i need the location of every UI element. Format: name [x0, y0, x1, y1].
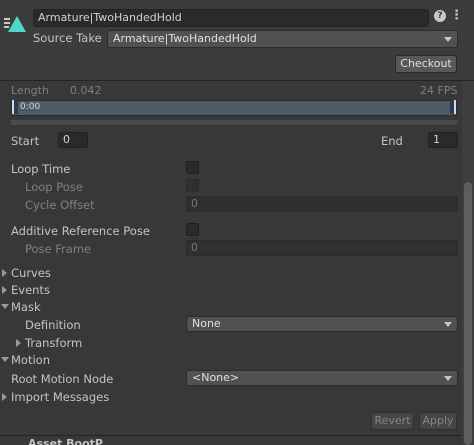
mask-foldout-arrow-icon[interactable]: [1, 304, 9, 309]
root-motion-node-label: Root Motion Node: [11, 372, 114, 386]
cycle-offset-label: Cycle Offset: [25, 198, 95, 212]
checkout-button[interactable]: Checkout: [395, 55, 457, 73]
curves-foldout-arrow-icon[interactable]: [2, 269, 7, 277]
definition-label: Definition: [25, 318, 81, 332]
events-foldout[interactable]: Events: [11, 283, 50, 297]
header-divider: [0, 80, 474, 81]
loop-pose-label: Loop Pose: [25, 180, 83, 194]
root-motion-node-dropdown[interactable]: <None>: [186, 370, 458, 386]
mask-foldout[interactable]: Mask: [11, 300, 41, 314]
definition-value: None: [192, 317, 221, 330]
chevron-down-icon: [444, 37, 452, 42]
additive-reference-pose-label: Additive Reference Pose: [11, 224, 150, 238]
next-section-header[interactable]: Asset BootP...: [28, 437, 114, 445]
source-take-dropdown[interactable]: Armature|TwoHandedHold: [107, 30, 458, 48]
pose-frame-field[interactable]: 0: [186, 240, 458, 256]
root-motion-node-value: <None>: [192, 371, 240, 384]
pose-frame-label: Pose Frame: [25, 242, 92, 256]
length-label: Length: [11, 84, 49, 97]
transform-foldout[interactable]: Transform: [25, 336, 82, 350]
fps-label: 24 FPS: [420, 84, 458, 97]
timeline-start-handle[interactable]: [12, 100, 18, 114]
import-messages-foldout-arrow-icon[interactable]: [2, 393, 7, 401]
end-label: End: [381, 134, 403, 148]
animation-clip-icon: [4, 16, 26, 32]
help-icon[interactable]: ?: [434, 10, 446, 22]
apply-button[interactable]: Apply: [419, 412, 457, 430]
chevron-down-icon: [444, 376, 452, 381]
source-take-value: Armature|TwoHandedHold: [113, 32, 257, 45]
additive-reference-pose-checkbox[interactable]: [186, 223, 199, 236]
timeline-bar[interactable]: [11, 100, 457, 116]
timeline-end-handle[interactable]: [450, 100, 456, 114]
motion-foldout[interactable]: Motion: [11, 353, 50, 367]
timeline-track[interactable]: [11, 120, 457, 125]
kebab-menu-icon[interactable]: ⋮: [450, 8, 463, 24]
events-foldout-arrow-icon[interactable]: [2, 286, 7, 294]
chevron-down-icon: [444, 322, 452, 327]
motion-foldout-arrow-icon[interactable]: [1, 357, 9, 362]
revert-button[interactable]: Revert: [371, 412, 414, 430]
cycle-offset-field[interactable]: 0: [186, 196, 458, 212]
end-field[interactable]: 1: [428, 132, 458, 148]
start-label: Start: [11, 134, 40, 148]
loop-pose-checkbox[interactable]: [186, 179, 199, 192]
source-take-label: Source Take: [33, 31, 102, 45]
definition-dropdown[interactable]: None: [186, 316, 458, 332]
clip-name-field[interactable]: Armature|TwoHandedHold: [33, 9, 429, 27]
timeline-time-label: 0:00: [20, 102, 41, 112]
transform-foldout-arrow-icon[interactable]: [16, 339, 21, 347]
section-divider: [0, 435, 462, 436]
loop-time-label: Loop Time: [11, 162, 71, 176]
scrollbar-thumb[interactable]: [464, 182, 472, 445]
loop-time-checkbox[interactable]: [186, 161, 199, 174]
start-field[interactable]: 0: [58, 132, 88, 148]
curves-foldout[interactable]: Curves: [11, 266, 51, 280]
length-value: 0.042: [70, 84, 102, 97]
import-messages-foldout[interactable]: Import Messages: [11, 390, 109, 404]
